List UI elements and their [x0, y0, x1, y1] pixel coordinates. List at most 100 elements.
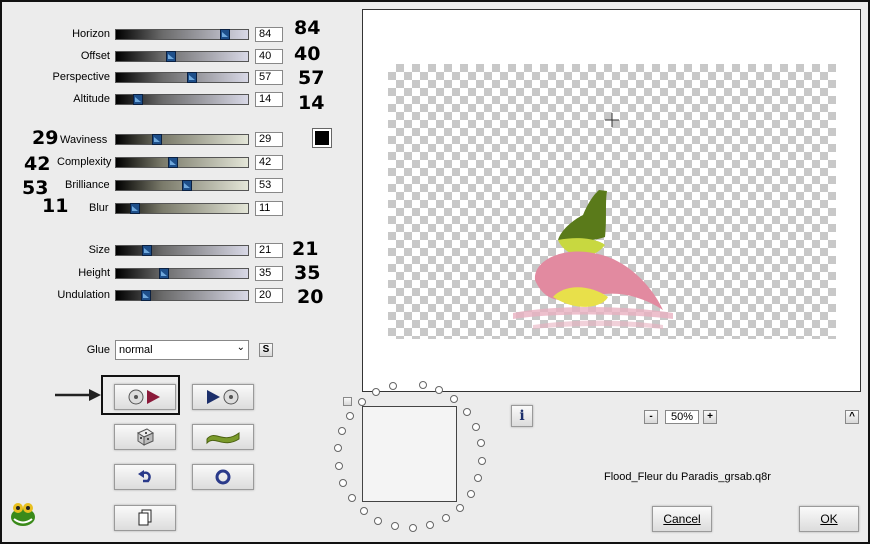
glue-select-value: normal — [119, 344, 153, 356]
zoom-out-button[interactable]: - — [644, 410, 658, 424]
altitude-slider[interactable] — [115, 94, 249, 105]
color-swatch[interactable] — [312, 128, 332, 148]
offset-slider[interactable] — [115, 51, 249, 62]
offset-annotation: 40 — [294, 43, 321, 65]
navigator-ring-dot — [463, 408, 471, 416]
zoom-value[interactable]: 50% — [665, 410, 699, 424]
disc-play-icon — [128, 389, 160, 405]
slider-thumb[interactable] — [130, 203, 140, 214]
brilliance-label: Brilliance — [65, 179, 110, 191]
size-annotation: 21 — [292, 238, 319, 260]
navigator-ring-dot — [389, 382, 397, 390]
navigator-ring-dot — [456, 504, 464, 512]
capture-preset-button[interactable] — [192, 384, 254, 410]
preview-panel[interactable] — [362, 9, 861, 392]
navigator-ring-dot — [442, 514, 450, 522]
zoom-in-button[interactable]: + — [703, 410, 717, 424]
slider-thumb[interactable] — [159, 268, 169, 279]
navigator-ring-dot — [472, 423, 480, 431]
brilliance-slider[interactable] — [115, 180, 249, 191]
altitude-value-input[interactable]: 14 — [255, 92, 283, 107]
height-label: Height — [78, 267, 110, 279]
perspective-value-input[interactable]: 57 — [255, 70, 283, 85]
waviness-value-input[interactable]: 29 — [255, 132, 283, 147]
crosshair-icon — [605, 113, 619, 127]
blur-label: Blur — [89, 202, 109, 214]
navigator-ring-dot — [391, 522, 399, 530]
preset-filename: Flood_Fleur du Paradis_grsab.q8r — [604, 471, 771, 483]
altitude-label: Altitude — [73, 93, 110, 105]
collapse-button[interactable]: ^ — [845, 410, 859, 424]
blur-value-input[interactable]: 11 — [255, 201, 283, 216]
slider-thumb[interactable] — [182, 180, 192, 191]
navigator-ring-dot — [419, 381, 427, 389]
navigator-ring-dot — [338, 427, 346, 435]
navigator-toggle[interactable] — [343, 397, 352, 406]
waviness-label: Waviness — [60, 134, 108, 146]
perspective-annotation: 57 — [298, 67, 325, 89]
navigator-ring-dot — [409, 524, 417, 532]
wave-button[interactable] — [192, 424, 254, 450]
size-value-input[interactable]: 21 — [255, 243, 283, 258]
complexity-slider[interactable] — [115, 157, 249, 168]
navigator-ring-dot — [335, 462, 343, 470]
slider-thumb[interactable] — [220, 29, 230, 40]
undo-button[interactable] — [114, 464, 176, 490]
color-swatch-fill — [315, 131, 329, 145]
offset-label: Offset — [80, 50, 110, 62]
brilliance-value-input[interactable]: 53 — [255, 178, 283, 193]
horizon-slider[interactable] — [115, 29, 249, 40]
undo-arrow-icon — [138, 470, 151, 483]
info-button[interactable]: i — [511, 405, 533, 427]
waviness-slider[interactable] — [115, 134, 249, 145]
play-disc-icon — [207, 389, 239, 405]
navigator-ring-dot — [477, 439, 485, 447]
height-slider[interactable] — [115, 268, 249, 279]
randomize-button[interactable] — [114, 424, 176, 450]
cancel-button[interactable]: Cancel — [652, 506, 712, 532]
copy-icon — [138, 509, 152, 526]
horizon-value-input[interactable]: 84 — [255, 27, 283, 42]
perspective-label: Perspective — [52, 71, 110, 83]
apply-preset-button[interactable] — [114, 384, 176, 410]
glue-label: Glue — [86, 344, 110, 356]
flower-image — [513, 190, 673, 329]
navigator-ring-dot — [374, 517, 382, 525]
slider-thumb[interactable] — [142, 245, 152, 256]
perspective-slider[interactable] — [115, 72, 249, 83]
navigator-thumbnail[interactable] — [362, 406, 457, 502]
ok-button[interactable]: OK — [799, 506, 859, 532]
reset-button[interactable] — [192, 464, 254, 490]
complexity-value-input[interactable]: 42 — [255, 155, 283, 170]
slider-thumb[interactable] — [152, 134, 162, 145]
slider-thumb[interactable] — [133, 94, 143, 105]
offset-value-input[interactable]: 40 — [255, 49, 283, 64]
slider-thumb[interactable] — [187, 72, 197, 83]
pointer-arrow-icon — [55, 389, 101, 401]
complexity-annotation: 42 — [24, 153, 51, 175]
circle-icon — [215, 469, 231, 485]
navigator-ring-dot — [426, 521, 434, 529]
navigator-ring-dot — [478, 457, 486, 465]
blur-slider[interactable] — [115, 203, 249, 214]
slider-thumb[interactable] — [141, 290, 151, 301]
navigator-ring-dot — [467, 490, 475, 498]
undulation-value-input[interactable]: 20 — [255, 288, 283, 303]
navigator-ring-dot — [346, 412, 354, 420]
navigator-ring-dot — [450, 395, 458, 403]
undulation-annotation: 20 — [297, 286, 324, 308]
filter-dialog: Horizon 84 84 Offset 40 40 Perspective 5… — [0, 0, 870, 544]
navigator-ring-dot — [360, 507, 368, 515]
blur-annotation: 11 — [42, 195, 69, 217]
navigator-ring-dot — [348, 494, 356, 502]
glue-s-button[interactable]: S — [259, 343, 273, 357]
height-value-input[interactable]: 35 — [255, 266, 283, 281]
copy-button[interactable] — [114, 505, 176, 531]
size-slider[interactable] — [115, 245, 249, 256]
slider-thumb[interactable] — [166, 51, 176, 62]
undulation-slider[interactable] — [115, 290, 249, 301]
dice-icon — [136, 428, 155, 446]
navigator-ring-dot — [372, 388, 380, 396]
slider-thumb[interactable] — [168, 157, 178, 168]
glue-select[interactable]: normal ⌄ — [115, 340, 249, 360]
